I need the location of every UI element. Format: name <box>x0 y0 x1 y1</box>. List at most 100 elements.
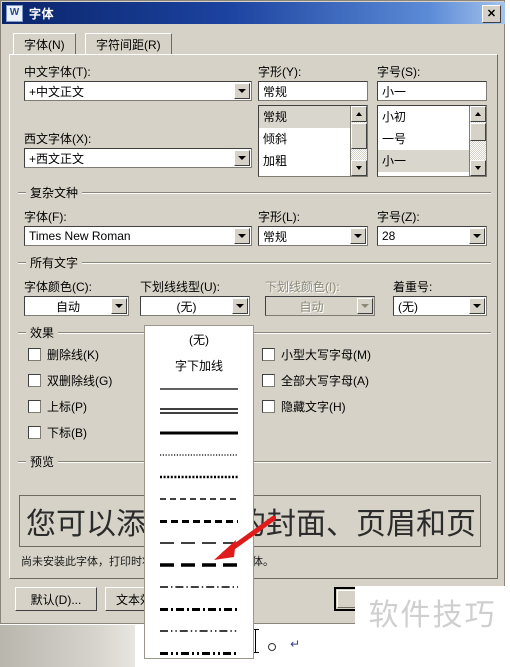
underline-color-value: 自动 <box>299 299 324 314</box>
dropdown-item-single-thin[interactable] <box>145 378 253 400</box>
font-color-combo[interactable]: 自动 <box>24 296 129 316</box>
dropdown-item-dash-dot-dot-thin[interactable] <box>145 620 253 642</box>
font-style-listbox[interactable]: 常规 倾斜 加粗 <box>258 105 368 177</box>
pilcrow-icon: ↵ <box>290 637 301 651</box>
complex-font-combo[interactable]: Times New Roman <box>24 226 252 246</box>
scroll-down-icon[interactable] <box>351 160 367 176</box>
emphasis-mark-value: (无) <box>398 299 418 314</box>
chevron-down-icon[interactable] <box>469 228 485 244</box>
scrollbar[interactable] <box>350 106 367 176</box>
checkbox-all-caps[interactable]: 全部大写字母(A) <box>262 372 369 389</box>
chevron-down-icon[interactable] <box>234 228 250 244</box>
checkbox-hidden-text[interactable]: 隐藏文字(H) <box>262 398 346 415</box>
document-glyph-circle <box>268 643 276 651</box>
chevron-down-icon[interactable] <box>234 150 250 166</box>
checkbox-icon[interactable] <box>262 348 275 361</box>
latin-font-value: +西文正文 <box>29 151 85 166</box>
scroll-up-icon[interactable] <box>351 106 367 122</box>
emphasis-mark-combo[interactable]: (无) <box>393 296 487 316</box>
dropdown-item-dashed-thin[interactable] <box>145 488 253 510</box>
watermark: 软件技巧 <box>355 586 510 638</box>
chevron-down-icon <box>357 298 373 314</box>
checkbox-superscript[interactable]: 上标(P) <box>28 398 87 415</box>
checkbox-label: 双删除线(G) <box>47 374 113 388</box>
scrollbar[interactable] <box>469 106 486 176</box>
complex-size-label: 字号(Z): <box>377 210 420 224</box>
underline-style-label: 下划线线型(U): <box>140 280 220 294</box>
dialog-title: 字体 <box>29 6 55 21</box>
underline-style-dropdown[interactable]: (无) 字下加线 <box>144 325 254 659</box>
font-style-field[interactable]: 常规 <box>258 81 368 101</box>
complex-size-combo[interactable]: 28 <box>377 226 487 246</box>
font-size-value: 小一 <box>382 84 407 99</box>
checkbox-strikethrough[interactable]: 删除线(K) <box>28 346 99 363</box>
underline-style-combo[interactable]: (无) <box>140 296 250 316</box>
checkbox-label: 删除线(K) <box>47 348 99 362</box>
all-text-group: 所有文字 <box>18 254 491 271</box>
dropdown-item-dotted-thin[interactable] <box>145 444 253 466</box>
checkbox-icon[interactable] <box>28 426 41 439</box>
complex-style-combo[interactable]: 常规 <box>258 226 368 246</box>
font-color-value: 自动 <box>55 299 80 314</box>
chinese-font-combo[interactable]: +中文正文 <box>24 81 252 101</box>
document-gutter <box>0 625 135 667</box>
dropdown-item-dash-dot-thin[interactable] <box>145 576 253 598</box>
tab-character-spacing[interactable]: 字符间距(R) <box>85 33 172 55</box>
dropdown-item-thick[interactable] <box>145 422 253 444</box>
checkbox-icon[interactable] <box>262 400 275 413</box>
annotation-arrow <box>214 516 276 560</box>
complex-font-value: Times New Roman <box>29 229 131 243</box>
underline-color-label: 下划线颜色(I): <box>265 280 340 294</box>
chinese-font-value: +中文正文 <box>29 84 85 99</box>
complex-size-value: 28 <box>382 229 396 243</box>
preview-group: 预览 <box>18 453 491 470</box>
effects-group-title: 效果 <box>26 324 59 341</box>
complex-script-group-title: 复杂文种 <box>26 184 83 201</box>
scroll-up-icon[interactable] <box>470 106 486 122</box>
dropdown-item-dotted-thick[interactable] <box>145 466 253 488</box>
latin-font-label: 西文字体(X): <box>24 132 92 146</box>
font-style-label: 字形(Y): <box>258 65 302 79</box>
set-default-button[interactable]: 默认(D)... <box>15 587 97 611</box>
font-size-listbox[interactable]: 小初 一号 小一 <box>377 105 487 177</box>
checkbox-icon[interactable] <box>28 374 41 387</box>
checkbox-label: 隐藏文字(H) <box>281 400 346 414</box>
dropdown-item-words-only[interactable]: 字下加线 <box>145 352 253 378</box>
checkbox-label: 上标(P) <box>47 400 87 414</box>
checkbox-icon[interactable] <box>262 374 275 387</box>
checkbox-small-caps[interactable]: 小型大写字母(M) <box>262 346 371 363</box>
chevron-down-icon[interactable] <box>234 83 250 99</box>
dropdown-item-dash-dot-dot-thick[interactable] <box>145 642 253 658</box>
chevron-down-icon[interactable] <box>350 228 366 244</box>
checkbox-subscript[interactable]: 下标(B) <box>28 424 87 441</box>
tab-font[interactable]: 字体(N) <box>13 33 76 55</box>
checkbox-icon[interactable] <box>28 348 41 361</box>
chinese-font-label: 中文字体(T): <box>24 65 91 79</box>
checkbox-label: 全部大写字母(A) <box>281 374 369 388</box>
text-caret <box>252 629 259 653</box>
font-size-field[interactable]: 小一 <box>377 81 487 101</box>
dialog-titlebar: W 字体 ✕ <box>2 2 505 24</box>
tabstrip: 字体(N) 字符间距(R) <box>13 33 494 55</box>
checkbox-icon[interactable] <box>28 400 41 413</box>
font-style-value: 常规 <box>263 84 288 99</box>
font-color-label: 字体颜色(C): <box>24 280 92 294</box>
scrollbar-thumb[interactable] <box>351 123 367 149</box>
scrollbar-thumb[interactable] <box>470 123 486 141</box>
chevron-down-icon[interactable] <box>111 298 127 314</box>
checkbox-double-strikethrough[interactable]: 双删除线(G) <box>28 372 112 389</box>
complex-style-value: 常规 <box>263 229 288 244</box>
dropdown-item-none[interactable]: (无) <box>145 326 253 352</box>
chevron-down-icon[interactable] <box>469 298 485 314</box>
close-icon[interactable]: ✕ <box>482 5 501 23</box>
emphasis-mark-label: 着重号: <box>393 280 433 294</box>
watermark-text: 软件技巧 <box>368 598 497 633</box>
checkbox-label: 小型大写字母(M) <box>281 348 371 362</box>
dropdown-item-double[interactable] <box>145 400 253 422</box>
chevron-down-icon[interactable] <box>232 298 248 314</box>
underline-color-combo: 自动 <box>265 296 375 316</box>
dropdown-item-dash-dot-thick[interactable] <box>145 598 253 620</box>
word-icon: W <box>6 4 23 22</box>
scroll-down-icon[interactable] <box>470 160 486 176</box>
latin-font-combo[interactable]: +西文正文 <box>24 148 252 168</box>
